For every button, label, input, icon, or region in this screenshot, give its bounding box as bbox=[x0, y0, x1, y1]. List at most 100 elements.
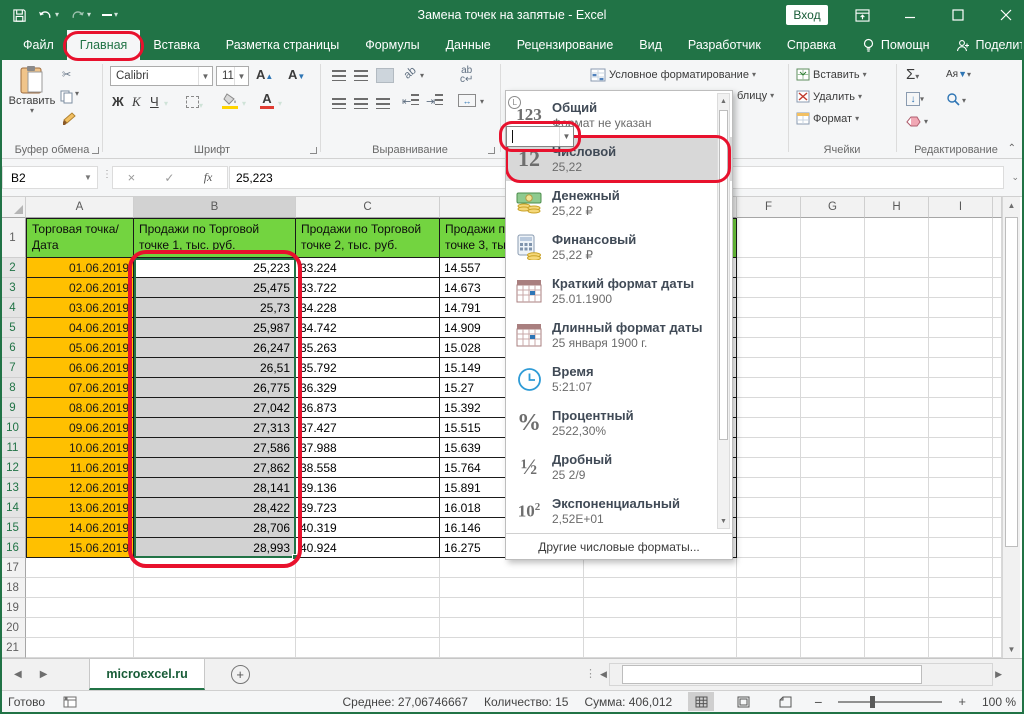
cell-I9[interactable] bbox=[929, 398, 993, 418]
save-icon[interactable] bbox=[12, 8, 27, 23]
cell-A12[interactable]: 11.06.2019 bbox=[26, 458, 134, 478]
cell-C16[interactable]: 40.924 bbox=[296, 538, 440, 558]
scroll-down-icon[interactable]: ▼ bbox=[1003, 641, 1020, 658]
row-header-8[interactable]: 8 bbox=[0, 378, 26, 398]
cell-I6[interactable] bbox=[929, 338, 993, 358]
column-header-H[interactable]: H bbox=[865, 197, 929, 218]
row-header-1[interactable]: 1 bbox=[0, 218, 26, 258]
cell-G1[interactable] bbox=[801, 218, 865, 258]
cell-G2[interactable] bbox=[801, 258, 865, 278]
row-header-18[interactable]: 18 bbox=[0, 578, 26, 598]
cell-A16[interactable]: 15.06.2019 bbox=[26, 538, 134, 558]
cell-I17[interactable] bbox=[929, 558, 993, 578]
page-layout-view-icon[interactable] bbox=[730, 692, 756, 711]
row-header-4[interactable]: 4 bbox=[0, 298, 26, 318]
format-item-date-long[interactable]: Длинный формат даты25 января 1900 г. bbox=[506, 313, 732, 357]
cell-B21[interactable] bbox=[134, 638, 296, 658]
font-size-combobox[interactable]: 11▼ bbox=[216, 66, 249, 86]
conditional-formatting-button[interactable]: Условное форматирование▾ bbox=[590, 68, 756, 82]
cell-F14[interactable] bbox=[737, 498, 801, 518]
cell-fill5[interactable] bbox=[993, 318, 1002, 338]
cell-B20[interactable] bbox=[134, 618, 296, 638]
column-header-B[interactable]: B bbox=[134, 197, 296, 218]
cell-B11[interactable]: 27,586 bbox=[134, 438, 296, 458]
enter-icon[interactable]: ✓ bbox=[164, 171, 174, 185]
cell-C9[interactable]: 36.873 bbox=[296, 398, 440, 418]
cell-C20[interactable] bbox=[296, 618, 440, 638]
cell-F10[interactable] bbox=[737, 418, 801, 438]
status-sum[interactable]: Сумма: 406,012 bbox=[584, 695, 672, 709]
fill-color-button[interactable] bbox=[222, 93, 238, 109]
cell-I4[interactable] bbox=[929, 298, 993, 318]
tab-файл[interactable]: Файл bbox=[10, 30, 67, 60]
cell-D21[interactable] bbox=[440, 638, 584, 658]
status-count[interactable]: Количество: 15 bbox=[484, 695, 568, 709]
row-header-5[interactable]: 5 bbox=[0, 318, 26, 338]
font-name-combobox[interactable]: Calibri▼ bbox=[110, 66, 213, 86]
zoom-out-icon[interactable]: − bbox=[814, 694, 822, 710]
cell-I11[interactable] bbox=[929, 438, 993, 458]
cell-I1[interactable] bbox=[929, 218, 993, 258]
tab-помощн[interactable]: Помощн bbox=[849, 30, 943, 60]
cell-H8[interactable] bbox=[865, 378, 929, 398]
row-header-14[interactable]: 14 bbox=[0, 498, 26, 518]
cell-F4[interactable] bbox=[737, 298, 801, 318]
cell-C15[interactable]: 40.319 bbox=[296, 518, 440, 538]
tab-вставка[interactable]: Вставка bbox=[140, 30, 212, 60]
cell-A9[interactable]: 08.06.2019 bbox=[26, 398, 134, 418]
cut-button[interactable]: ✂ bbox=[62, 68, 71, 81]
cell-A21[interactable] bbox=[26, 638, 134, 658]
cell-H12[interactable] bbox=[865, 458, 929, 478]
cell-I14[interactable] bbox=[929, 498, 993, 518]
cell-G16[interactable] bbox=[801, 538, 865, 558]
tab-поделиться[interactable]: Поделиться bbox=[943, 30, 1024, 60]
cell-A8[interactable]: 07.06.2019 bbox=[26, 378, 134, 398]
cell-C14[interactable]: 39.723 bbox=[296, 498, 440, 518]
column-header-A[interactable]: A bbox=[26, 197, 134, 218]
cell-C11[interactable]: 37.988 bbox=[296, 438, 440, 458]
status-average[interactable]: Среднее: 27,06746667 bbox=[343, 695, 468, 709]
cell-F12[interactable] bbox=[737, 458, 801, 478]
cell-C21[interactable] bbox=[296, 638, 440, 658]
row-header-9[interactable]: 9 bbox=[0, 398, 26, 418]
row-header-15[interactable]: 15 bbox=[0, 518, 26, 538]
delete-cells-button[interactable]: Удалить▾ bbox=[796, 90, 862, 103]
cell-F8[interactable] bbox=[737, 378, 801, 398]
cell-F1[interactable] bbox=[737, 218, 801, 258]
collapse-ribbon-icon[interactable]: ⌃ bbox=[1008, 143, 1016, 154]
cell-I18[interactable] bbox=[929, 578, 993, 598]
cell-A19[interactable] bbox=[26, 598, 134, 618]
cell-G3[interactable] bbox=[801, 278, 865, 298]
cell-fill20[interactable] bbox=[993, 618, 1002, 638]
cell-fill15[interactable] bbox=[993, 518, 1002, 538]
cell-H1[interactable] bbox=[865, 218, 929, 258]
cell-F9[interactable] bbox=[737, 398, 801, 418]
cell-E19[interactable] bbox=[584, 598, 737, 618]
sheet-next-icon[interactable]: ▶ bbox=[40, 669, 48, 680]
expand-formula-bar-icon[interactable]: ⌄ bbox=[1011, 172, 1019, 183]
cell-F17[interactable] bbox=[737, 558, 801, 578]
tab-вид[interactable]: Вид bbox=[626, 30, 675, 60]
cell-A17[interactable] bbox=[26, 558, 134, 578]
format-item-time[interactable]: Время5:21:07 bbox=[506, 357, 732, 401]
more-number-formats-item[interactable]: Другие числовые форматы... bbox=[506, 533, 732, 559]
format-item-fraction[interactable]: ½Дробный25 2/9 bbox=[506, 445, 732, 489]
cell-A5[interactable]: 04.06.2019 bbox=[26, 318, 134, 338]
zoom-level[interactable]: 100 % bbox=[982, 695, 1016, 709]
font-color-button[interactable]: А bbox=[260, 91, 274, 109]
cell-fill13[interactable] bbox=[993, 478, 1002, 498]
cell-H7[interactable] bbox=[865, 358, 929, 378]
column-header-C[interactable]: C bbox=[296, 197, 440, 218]
cell-F20[interactable] bbox=[737, 618, 801, 638]
cell-A7[interactable]: 06.06.2019 bbox=[26, 358, 134, 378]
cell-A3[interactable]: 02.06.2019 bbox=[26, 278, 134, 298]
cell-I3[interactable] bbox=[929, 278, 993, 298]
row-header-6[interactable]: 6 bbox=[0, 338, 26, 358]
font-dialog-launcher[interactable] bbox=[310, 147, 317, 154]
cell-fill8[interactable] bbox=[993, 378, 1002, 398]
cell-H18[interactable] bbox=[865, 578, 929, 598]
cell-fill12[interactable] bbox=[993, 458, 1002, 478]
cell-C17[interactable] bbox=[296, 558, 440, 578]
cell-D19[interactable] bbox=[440, 598, 584, 618]
zoom-in-icon[interactable]: + bbox=[958, 694, 966, 709]
